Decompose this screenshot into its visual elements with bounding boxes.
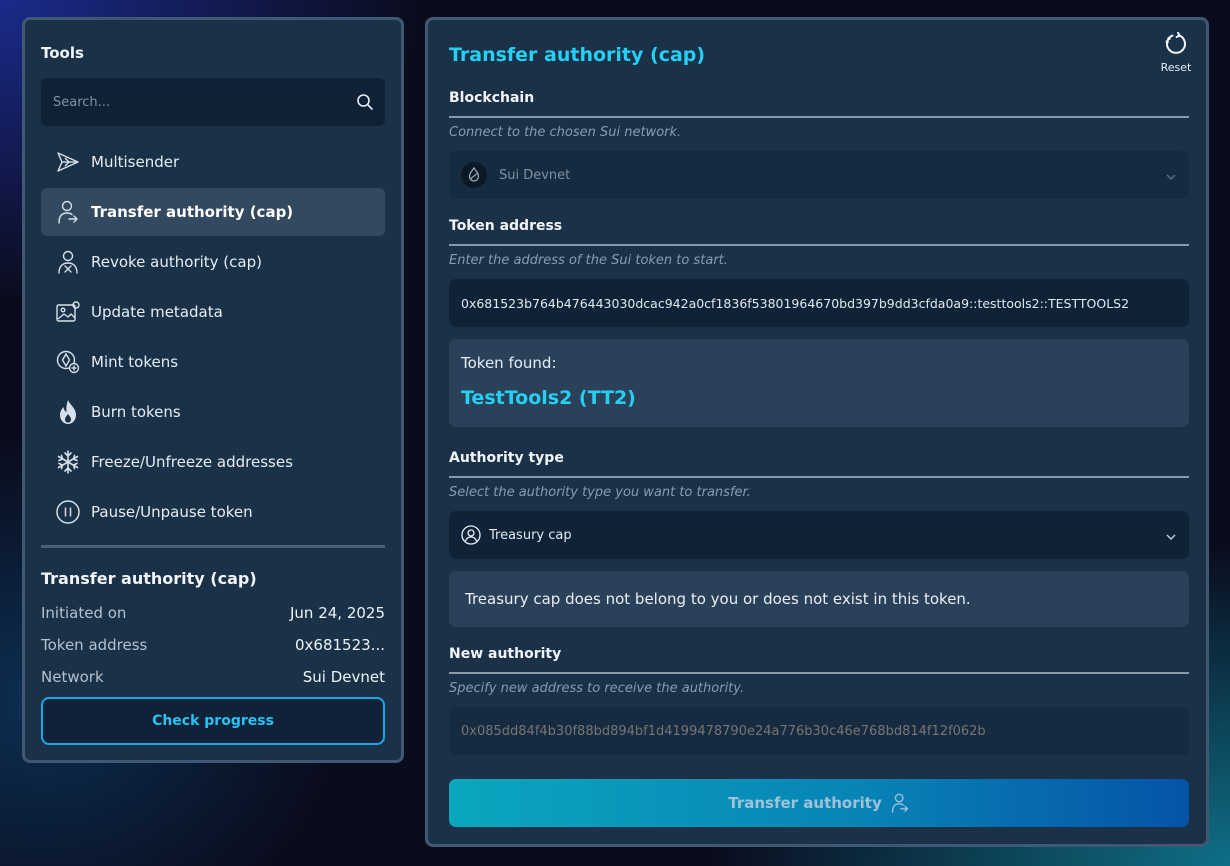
transfer-authority-button[interactable]: Transfer authority bbox=[449, 779, 1189, 827]
sidebar-item-label: Update metadata bbox=[91, 303, 223, 321]
sidebar-item-label: Pause/Unpause token bbox=[91, 503, 253, 521]
tools-sidebar: Tools Multisender Transfer authority (ca… bbox=[22, 17, 404, 763]
sidebar-item-pause-unpause[interactable]: Pause/Unpause token bbox=[41, 488, 385, 536]
coin-plus-icon bbox=[55, 349, 81, 375]
sidebar-item-label: Freeze/Unfreeze addresses bbox=[91, 453, 293, 471]
sidebar-item-mint-tokens[interactable]: Mint tokens bbox=[41, 338, 385, 386]
sidebar-item-multisender[interactable]: Multisender bbox=[41, 138, 385, 186]
reset-icon bbox=[1164, 31, 1188, 60]
authority-notice: Treasury cap does not belong to you or d… bbox=[449, 571, 1189, 627]
sidebar-item-label: Revoke authority (cap) bbox=[91, 253, 262, 271]
sidebar-item-burn-tokens[interactable]: Burn tokens bbox=[41, 388, 385, 436]
sidebar-item-transfer-authority[interactable]: Transfer authority (cap) bbox=[41, 188, 385, 236]
sidebar-item-freeze-unfreeze[interactable]: Freeze/Unfreeze addresses bbox=[41, 438, 385, 486]
sidebar-item-label: Mint tokens bbox=[91, 353, 179, 371]
blockchain-value: Sui Devnet bbox=[499, 167, 571, 183]
flame-icon bbox=[55, 399, 81, 425]
summary-row-token-address: Token address 0x681523... bbox=[41, 636, 385, 654]
new-authority-label: New authority bbox=[449, 646, 562, 662]
blockchain-hint: Connect to the chosen Sui network. bbox=[449, 125, 682, 140]
tools-menu: Multisender Transfer authority (cap) Rev… bbox=[41, 138, 385, 538]
sidebar-divider bbox=[41, 545, 385, 548]
new-authority-hint: Specify new address to receive the autho… bbox=[449, 681, 745, 696]
summary-value: 0x681523... bbox=[295, 636, 385, 654]
image-edit-icon bbox=[55, 299, 81, 325]
authority-type-value: Treasury cap bbox=[489, 527, 572, 543]
summary-value: Sui Devnet bbox=[302, 668, 385, 686]
token-found-label: Token found: bbox=[461, 354, 557, 372]
user-transfer-icon bbox=[55, 199, 81, 225]
authority-type-label: Authority type bbox=[449, 450, 564, 466]
token-address-label: Token address bbox=[449, 218, 563, 234]
user-revoke-icon bbox=[55, 249, 81, 275]
summary-key: Token address bbox=[41, 636, 148, 654]
transfer-authority-form: Transfer authority (cap) Reset Blockchai… bbox=[425, 17, 1209, 847]
token-found-name: TestTools2 (TT2) bbox=[461, 387, 636, 409]
token-address-divider bbox=[449, 244, 1189, 246]
chevron-down-icon bbox=[1165, 168, 1177, 187]
token-address-hint: Enter the address of the Sui token to st… bbox=[449, 253, 728, 268]
sidebar-item-label: Burn tokens bbox=[91, 403, 181, 421]
summary-key: Network bbox=[41, 668, 104, 686]
summary-value: Jun 24, 2025 bbox=[289, 604, 385, 622]
token-found-card: Token found: TestTools2 (TT2) bbox=[449, 339, 1189, 427]
paper-plane-icon bbox=[55, 149, 81, 175]
blockchain-divider bbox=[449, 116, 1189, 118]
authority-type-divider bbox=[449, 476, 1189, 478]
search-input[interactable] bbox=[41, 78, 345, 126]
new-authority-input[interactable] bbox=[461, 723, 1189, 739]
token-address-value: 0x681523b764b476443030dcac942a0cf1836f53… bbox=[461, 295, 1130, 311]
summary-title: Transfer authority (cap) bbox=[41, 569, 257, 588]
new-authority-divider bbox=[449, 672, 1189, 674]
sidebar-item-label: Transfer authority (cap) bbox=[91, 203, 294, 221]
blockchain-select[interactable]: Sui Devnet bbox=[449, 151, 1189, 199]
token-address-input[interactable]: 0x681523b764b476443030dcac942a0cf1836f53… bbox=[449, 279, 1189, 327]
sui-logo-icon bbox=[461, 162, 487, 188]
sidebar-item-label: Multisender bbox=[91, 153, 180, 171]
pause-circle-icon bbox=[55, 499, 81, 525]
transfer-authority-label: Transfer authority bbox=[728, 794, 882, 812]
authority-type-select[interactable]: Treasury cap bbox=[449, 511, 1189, 559]
page-title: Transfer authority (cap) bbox=[449, 44, 706, 66]
search-box bbox=[41, 78, 385, 126]
new-authority-field bbox=[449, 707, 1189, 755]
snowflake-icon bbox=[55, 449, 81, 475]
summary-row-network: Network Sui Devnet bbox=[41, 668, 385, 686]
sidebar-title: Tools bbox=[41, 44, 84, 62]
sidebar-item-revoke-authority[interactable]: Revoke authority (cap) bbox=[41, 238, 385, 286]
reset-button[interactable]: Reset bbox=[1156, 31, 1196, 74]
check-progress-button[interactable]: Check progress bbox=[41, 697, 385, 745]
blockchain-label: Blockchain bbox=[449, 90, 535, 106]
summary-key: Initiated on bbox=[41, 604, 127, 622]
authority-type-hint: Select the authority type you want to tr… bbox=[449, 485, 751, 500]
user-transfer-icon bbox=[890, 792, 910, 814]
search-icon[interactable] bbox=[345, 78, 385, 126]
summary-row-initiated: Initiated on Jun 24, 2025 bbox=[41, 604, 385, 622]
user-circle-icon bbox=[461, 525, 481, 545]
sidebar-item-update-metadata[interactable]: Update metadata bbox=[41, 288, 385, 336]
reset-label: Reset bbox=[1160, 61, 1192, 74]
chevron-down-icon bbox=[1165, 528, 1177, 547]
